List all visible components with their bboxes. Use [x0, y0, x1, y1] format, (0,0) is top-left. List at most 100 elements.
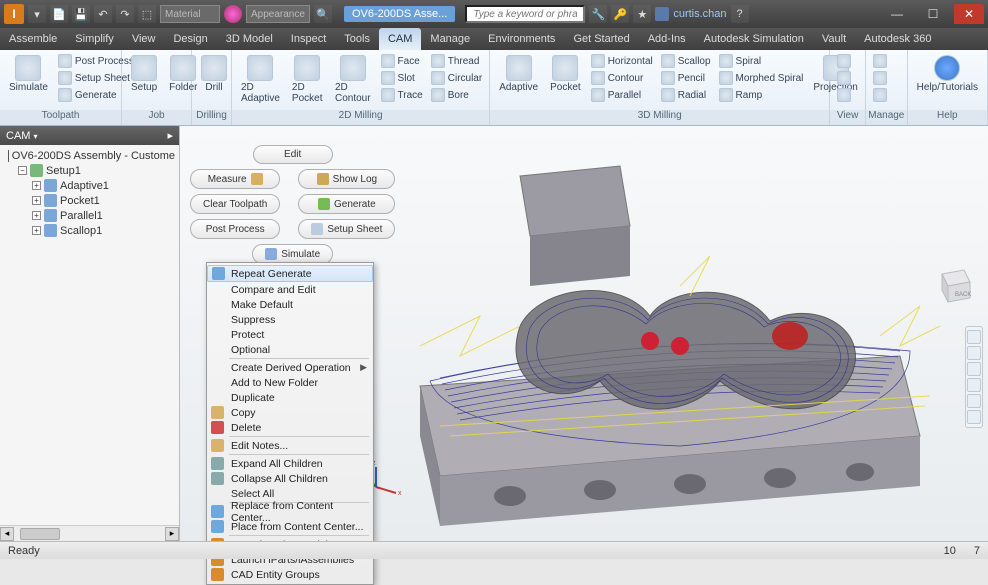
menu-suppress[interactable]: Suppress	[207, 312, 373, 327]
drill-button[interactable]: Drill	[197, 53, 231, 95]
setup-button[interactable]: Setup	[127, 53, 161, 95]
menu-compare-and-edit[interactable]: Compare and Edit	[207, 282, 373, 297]
2d-contour-button[interactable]: 2D Contour	[331, 53, 375, 106]
scallop-button[interactable]: Scallop	[659, 53, 713, 69]
tab-view[interactable]: View	[123, 28, 165, 50]
nav-pan-icon[interactable]	[967, 362, 981, 376]
expand-icon[interactable]: +	[32, 196, 41, 205]
help-tutorials-button[interactable]: Help/Tutorials	[913, 53, 982, 95]
qat-new-icon[interactable]: 📄	[50, 5, 68, 23]
tab-3d-model[interactable]: 3D Model	[217, 28, 282, 50]
menu-place-from-content-center[interactable]: Place from Content Center...	[207, 519, 373, 534]
parallel-button[interactable]: Parallel	[589, 87, 655, 103]
contour-button[interactable]: Contour	[589, 70, 655, 86]
menu-delete[interactable]: Delete	[207, 420, 373, 435]
tree-node-parallel1[interactable]: +Parallel1	[4, 208, 175, 223]
thread-button[interactable]: Thread	[429, 53, 484, 69]
horizontal-button[interactable]: Horizontal	[589, 53, 655, 69]
menu-add-to-new-folder[interactable]: Add to New Folder	[207, 375, 373, 390]
menu-copy[interactable]: Copy	[207, 405, 373, 420]
tree-root[interactable]: OV6-200DS Assembly - Custome	[4, 149, 175, 163]
simulate-action-button[interactable]: Simulate	[252, 244, 333, 264]
menu-replace-from-content-center[interactable]: Replace from Content Center...	[207, 504, 373, 519]
measure-button[interactable]: Measure	[190, 169, 280, 189]
tab-tools[interactable]: Tools	[335, 28, 379, 50]
tab-simplify[interactable]: Simplify	[66, 28, 123, 50]
nav-wheel-icon[interactable]	[967, 346, 981, 360]
manage-item-2[interactable]	[871, 70, 889, 86]
menu-duplicate[interactable]: Duplicate	[207, 390, 373, 405]
trace-button[interactable]: Trace	[379, 87, 425, 103]
close-button[interactable]: ✕	[954, 4, 984, 24]
tab-autodesk-simulation[interactable]: Autodesk Simulation	[695, 28, 813, 50]
pencil-button[interactable]: Pencil	[659, 70, 713, 86]
tree-node-pocket1[interactable]: +Pocket1	[4, 193, 175, 208]
manage-item-1[interactable]	[871, 53, 889, 69]
tree-node-adaptive1[interactable]: +Adaptive1	[4, 178, 175, 193]
manage-item-3[interactable]	[871, 87, 889, 103]
browser-flyout-icon[interactable]: ▸	[167, 129, 173, 142]
view-cube[interactable]: BACK	[930, 264, 976, 310]
expand-icon[interactable]: +	[32, 211, 41, 220]
document-tab[interactable]: OV6-200DS Asse...	[344, 6, 455, 22]
menu-repeat-generate[interactable]: Repeat Generate	[207, 265, 373, 282]
circular-button[interactable]: Circular	[429, 70, 484, 86]
tab-add-ins[interactable]: Add-Ins	[639, 28, 695, 50]
nav-home-icon[interactable]	[967, 330, 981, 344]
search-input[interactable]	[465, 5, 585, 23]
qat-undo-icon[interactable]: ↶	[94, 5, 112, 23]
appearance-sphere-icon[interactable]	[224, 5, 242, 23]
nav-zoom-icon[interactable]	[967, 378, 981, 392]
title-help-icon[interactable]: ?	[731, 5, 749, 23]
expand-icon[interactable]: +	[32, 181, 41, 190]
tab-get-started[interactable]: Get Started	[564, 28, 638, 50]
show-log-button[interactable]: Show Log	[298, 169, 395, 189]
appearance-dropdown[interactable]: Appearance	[246, 5, 310, 23]
post-process-action-button[interactable]: Post Process	[190, 219, 280, 239]
expand-icon[interactable]: +	[32, 226, 41, 235]
material-dropdown[interactable]: Material	[160, 5, 220, 23]
browser-scrollbar[interactable]: ◂▸	[0, 525, 179, 541]
qat-open-icon[interactable]: ▾	[28, 5, 46, 23]
tab-assemble[interactable]: Assemble	[0, 28, 66, 50]
view-item-1[interactable]	[835, 53, 853, 69]
qat-save-icon[interactable]: 💾	[72, 5, 90, 23]
title-tool-icon[interactable]: 🔧	[589, 5, 607, 23]
title-star-icon[interactable]: ★	[633, 5, 651, 23]
menu-expand-all-children[interactable]: Expand All Children	[207, 456, 373, 471]
face-button[interactable]: Face	[379, 53, 425, 69]
morphed-spiral-button[interactable]: Morphed Spiral	[717, 70, 806, 86]
bore-button[interactable]: Bore	[429, 87, 484, 103]
scrollbar-thumb[interactable]	[20, 528, 60, 540]
view-item-3[interactable]	[835, 87, 853, 103]
generate-action-button[interactable]: Generate	[298, 194, 395, 214]
radial-button[interactable]: Radial	[659, 87, 713, 103]
app-icon[interactable]: I	[4, 4, 24, 24]
user-name[interactable]: curtis.chan	[673, 8, 726, 20]
tab-vault[interactable]: Vault	[813, 28, 855, 50]
simulate-button[interactable]: Simulate	[5, 53, 52, 95]
tab-design[interactable]: Design	[164, 28, 216, 50]
menu-make-default[interactable]: Make Default	[207, 297, 373, 312]
slot-button[interactable]: Slot	[379, 70, 425, 86]
menu-create-derived-operation[interactable]: Create Derived Operation▶	[207, 360, 373, 375]
qat-select-icon[interactable]: ⬚	[138, 5, 156, 23]
minimize-button[interactable]: —	[882, 4, 912, 24]
maximize-button[interactable]: ☐	[918, 4, 948, 24]
pocket-button[interactable]: Pocket	[546, 53, 585, 95]
title-key-icon[interactable]: 🔑	[611, 5, 629, 23]
clear-toolpath-button[interactable]: Clear Toolpath	[190, 194, 280, 214]
tab-inspect[interactable]: Inspect	[282, 28, 335, 50]
edit-button[interactable]: Edit	[253, 145, 333, 164]
tab-cam[interactable]: CAM	[379, 28, 421, 50]
2d-adaptive-button[interactable]: 2D Adaptive	[237, 53, 284, 106]
nav-lookat-icon[interactable]	[967, 410, 981, 424]
ramp-button[interactable]: Ramp	[717, 87, 806, 103]
browser-title[interactable]: CAM ▾▸	[0, 126, 179, 145]
spiral-button[interactable]: Spiral	[717, 53, 806, 69]
tab-environments[interactable]: Environments	[479, 28, 564, 50]
tab-manage[interactable]: Manage	[421, 28, 479, 50]
2d-pocket-button[interactable]: 2D Pocket	[288, 53, 327, 106]
menu-cad-entity-groups[interactable]: CAD Entity Groups	[207, 567, 373, 582]
menu-protect[interactable]: Protect	[207, 327, 373, 342]
